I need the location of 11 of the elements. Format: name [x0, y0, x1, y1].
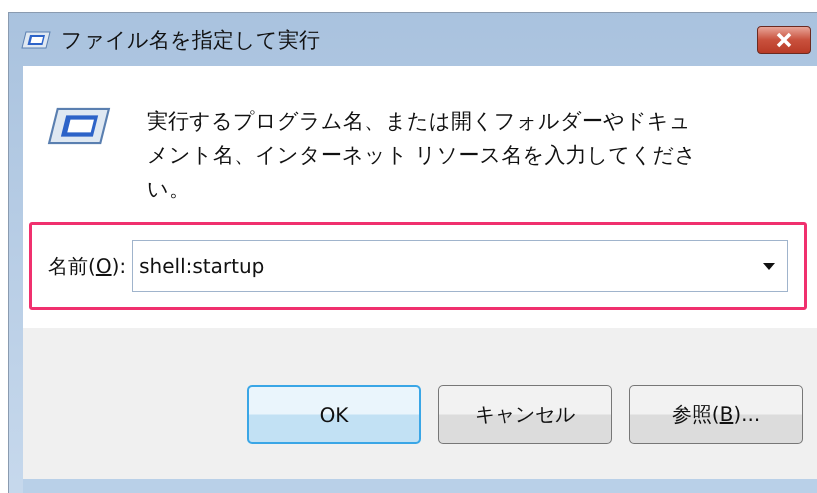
dropdown-caret-icon[interactable] [763, 262, 775, 270]
name-label: 名前(O): [48, 252, 126, 280]
dialog-button[interactable]: OK [247, 385, 421, 444]
close-button[interactable] [757, 26, 811, 54]
name-combo-box[interactable]: shell:startup [132, 240, 788, 292]
instruction-text: 実行するプログラム名、または開くフォルダーやドキュメント名、インターネット リソース名を入力してください。 [147, 108, 698, 203]
run-dialog-icon [21, 30, 51, 50]
window-title: ファイル名を指定して実行 [61, 26, 320, 54]
close-icon [774, 32, 794, 48]
dialog-button[interactable]: 参照(B)... [629, 385, 803, 444]
dialog-button[interactable]: キャンセル [438, 385, 612, 444]
